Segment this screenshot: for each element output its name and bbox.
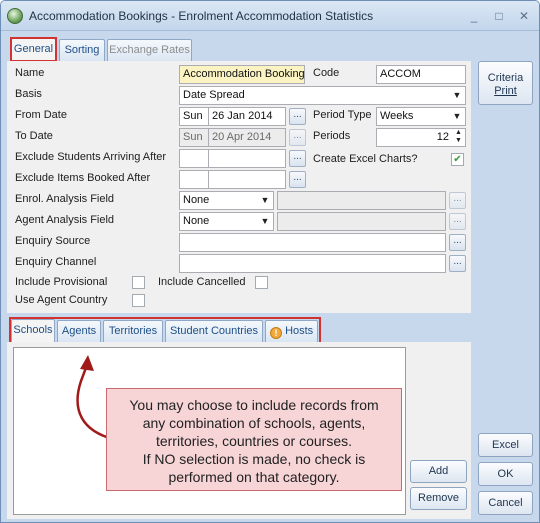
callout-line: territories, countries or courses. xyxy=(155,433,353,449)
tab-general[interactable]: General xyxy=(11,38,56,62)
enrol-field-picker-button: ... xyxy=(449,192,466,209)
create-excel-checkbox[interactable]: ✔ xyxy=(451,153,464,166)
agent-field-dropdown-icon[interactable]: ▼ xyxy=(257,213,273,230)
tab-exchange-rates[interactable]: Exchange Rates xyxy=(107,39,192,61)
exclude-booked-label: Exclude Items Booked After xyxy=(15,172,151,184)
periods-spinner[interactable]: ▲ ▼ xyxy=(452,129,465,146)
exclude-arriving-day[interactable] xyxy=(179,149,209,168)
tab-territories[interactable]: Territories xyxy=(103,320,163,342)
create-excel-label: Create Excel Charts? xyxy=(313,153,418,165)
callout-line: performed on that category. xyxy=(168,469,340,485)
from-date-label: From Date xyxy=(15,109,67,121)
enrol-field-value-input xyxy=(277,191,446,210)
tab-hosts-label: Hosts xyxy=(285,325,314,337)
name-input[interactable]: Accommodation Booking xyxy=(179,65,305,84)
window-title: Accommodation Bookings - Enrolment Accom… xyxy=(29,9,374,23)
exclude-booked-date-input[interactable] xyxy=(208,170,286,189)
tab-agents[interactable]: Agents xyxy=(57,320,101,342)
callout-line: You may choose to include records from xyxy=(129,397,379,413)
spin-down-icon[interactable]: ▼ xyxy=(452,137,465,145)
help-callout: You may choose to include records from a… xyxy=(106,388,402,491)
tab-schools[interactable]: Schools xyxy=(11,319,55,343)
maximize-button[interactable]: □ xyxy=(488,7,510,25)
enquiry-channel-label: Enquiry Channel xyxy=(15,256,97,268)
include-provisional-checkbox[interactable] xyxy=(132,276,145,289)
include-cancelled-checkbox[interactable] xyxy=(255,276,268,289)
code-input[interactable]: ACCOM xyxy=(376,65,466,84)
close-button[interactable]: ✕ xyxy=(513,7,535,25)
to-day: Sun xyxy=(179,128,209,147)
agent-field-value-input xyxy=(277,212,446,231)
name-label: Name xyxy=(15,67,45,79)
code-label: Code xyxy=(313,67,340,79)
exclude-arriving-date-input[interactable] xyxy=(208,149,286,168)
callout-line: If NO selection is made, no check is xyxy=(142,451,366,467)
from-day: Sun xyxy=(179,107,209,126)
enquiry-source-input[interactable] xyxy=(179,233,446,252)
to-date-input: 20 Apr 2014 xyxy=(208,128,286,147)
minimize-button[interactable]: _ xyxy=(463,7,485,25)
periods-label: Periods xyxy=(313,130,351,142)
use-agent-country-checkbox[interactable] xyxy=(132,294,145,307)
spin-up-icon[interactable]: ▲ xyxy=(452,129,465,137)
remove-button[interactable]: Remove xyxy=(410,487,467,510)
add-button[interactable]: Add xyxy=(410,460,467,483)
agent-field-picker-button: ... xyxy=(449,213,466,230)
from-date-picker-button[interactable]: ... xyxy=(289,108,306,125)
exclude-booked-day[interactable] xyxy=(179,170,209,189)
exclude-arriving-label: Exclude Students Arriving After xyxy=(15,151,167,163)
use-agent-country-label: Use Agent Country xyxy=(15,294,108,306)
cancel-button[interactable]: Cancel xyxy=(478,491,533,515)
include-cancelled-label: Include Cancelled xyxy=(158,276,246,288)
to-date-picker-button: ... xyxy=(289,129,306,146)
enquiry-source-label: Enquiry Source xyxy=(15,235,91,247)
criteria-print-button[interactable]: Criteria Print xyxy=(478,61,533,105)
app-globe-icon xyxy=(7,8,23,24)
enquiry-source-picker-button[interactable]: ... xyxy=(449,234,466,251)
criteria-print-label-1: Criteria xyxy=(487,72,524,84)
include-provisional-label: Include Provisional xyxy=(15,276,108,288)
from-date-input[interactable]: 26 Jan 2014 xyxy=(208,107,286,126)
to-date-label: To Date xyxy=(15,130,53,142)
ok-button[interactable]: OK xyxy=(478,462,533,486)
enrol-field-label: Enrol. Analysis Field xyxy=(15,193,115,205)
tab-student-countries[interactable]: Student Countries xyxy=(165,320,263,342)
basis-select[interactable]: Date Spread xyxy=(179,86,466,105)
exclude-arriving-picker-button[interactable]: ... xyxy=(289,150,306,167)
exclude-booked-picker-button[interactable]: ... xyxy=(289,171,306,188)
period-type-dropdown-icon[interactable]: ▼ xyxy=(449,108,465,125)
title-bar: Accommodation Bookings - Enrolment Accom… xyxy=(1,1,539,31)
tab-sorting[interactable]: Sorting xyxy=(59,39,105,61)
enquiry-channel-picker-button[interactable]: ... xyxy=(449,255,466,272)
enrol-field-dropdown-icon[interactable]: ▼ xyxy=(257,192,273,209)
callout-line: any combination of schools, agents, xyxy=(142,415,366,431)
period-type-label: Period Type xyxy=(313,109,372,121)
enquiry-channel-input[interactable] xyxy=(179,254,446,273)
basis-dropdown-icon[interactable]: ▼ xyxy=(449,87,465,104)
report-window: Accommodation Bookings - Enrolment Accom… xyxy=(0,0,540,523)
basis-label: Basis xyxy=(15,88,42,100)
agent-field-label: Agent Analysis Field xyxy=(15,214,115,226)
excel-button[interactable]: Excel xyxy=(478,433,533,457)
criteria-print-label-2: Print xyxy=(494,85,517,97)
warning-icon: ! xyxy=(270,327,282,339)
tab-hosts[interactable]: ! Hosts xyxy=(265,320,318,342)
